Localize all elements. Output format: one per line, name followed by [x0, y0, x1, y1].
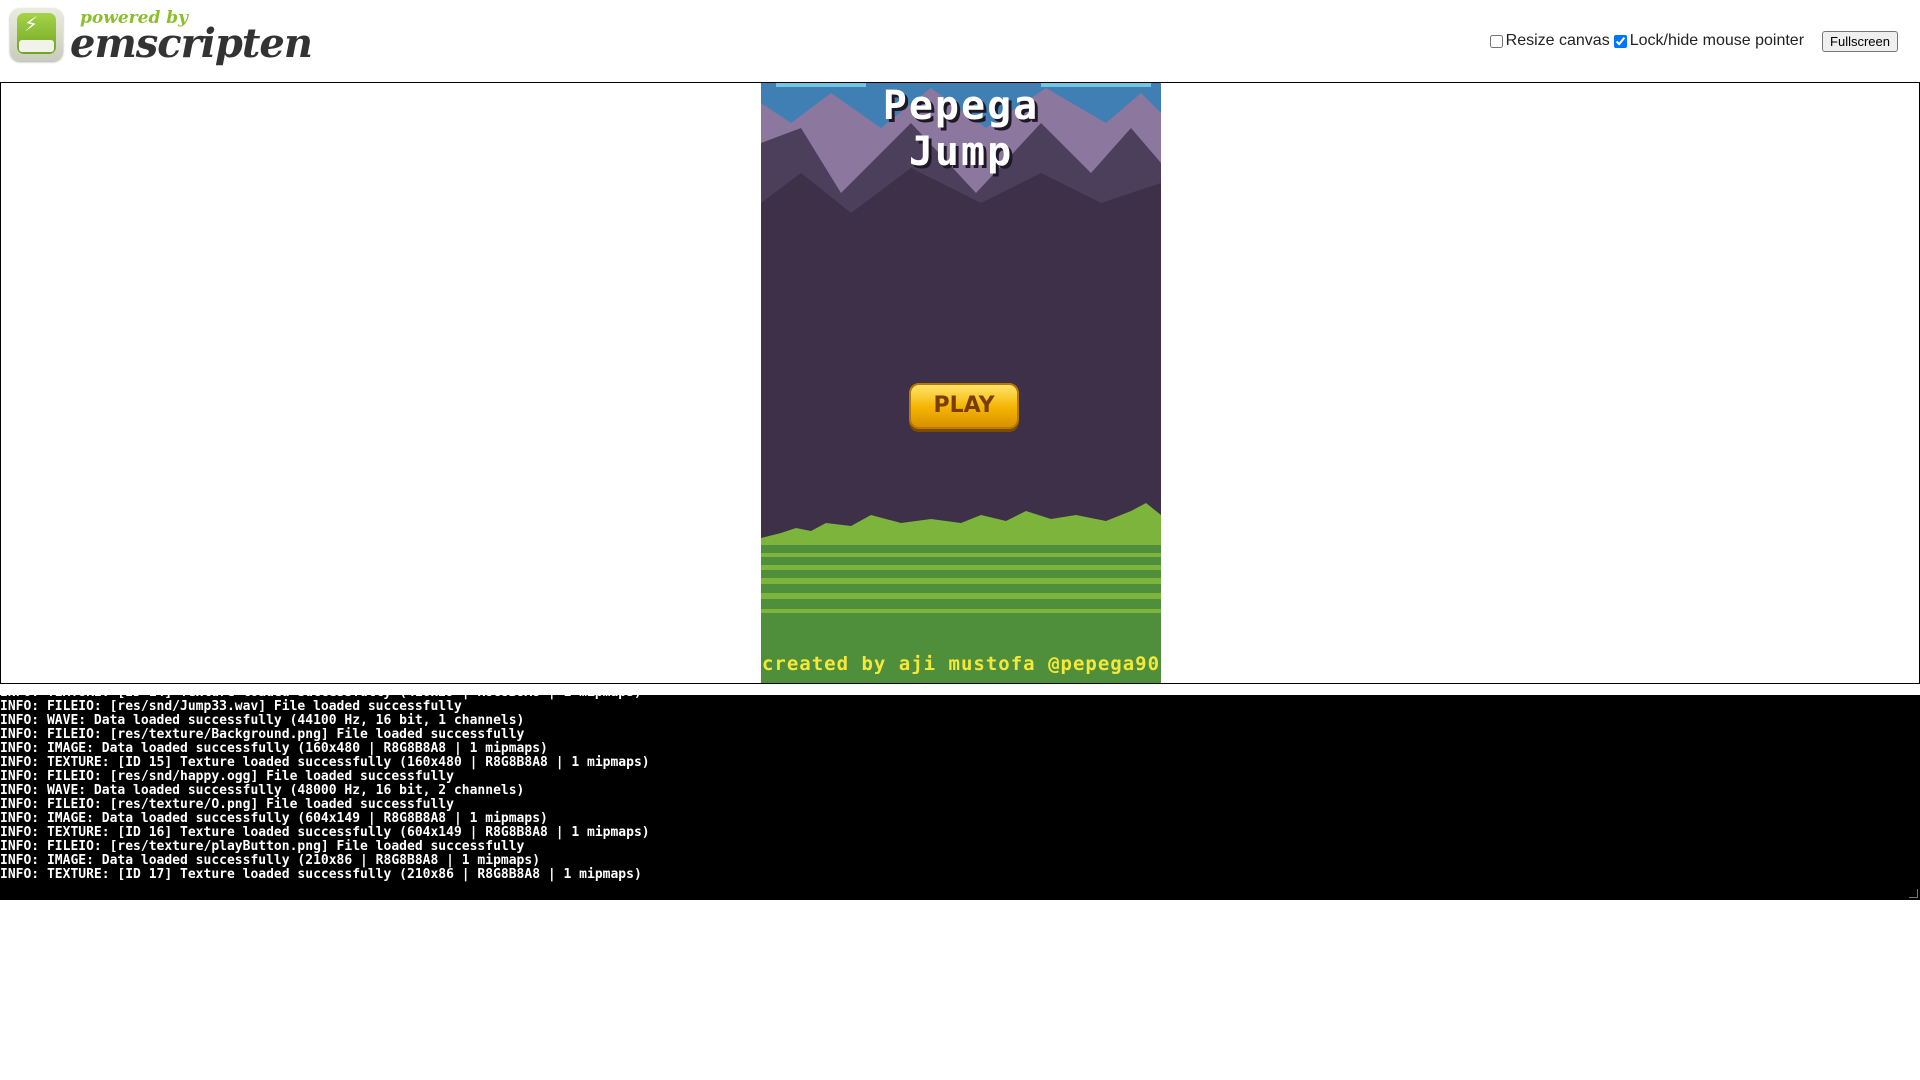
console-line: INFO: IMAGE: Data loaded successfully (6… [0, 811, 548, 826]
console-line: INFO: FILEIO: [res/texture/Background.pn… [0, 727, 525, 742]
resize-canvas-checkbox[interactable] [1489, 34, 1503, 48]
console-line: INFO: WAVE: Data loaded successfully (44… [0, 713, 525, 728]
game-screen[interactable]: Pepega Jump PLAY created by aji mustofa … [761, 83, 1161, 683]
fullscreen-button[interactable]: Fullscreen [1822, 30, 1898, 52]
console-line: INFO: TEXTURE: [ID 16] Texture loaded su… [0, 825, 650, 840]
emscripten-badge-icon: ⚡ [10, 8, 63, 61]
lock-pointer-checkbox[interactable] [1613, 34, 1627, 48]
credit-text: created by aji mustofa @pepega90 [761, 653, 1161, 675]
console-line: INFO: TEXTURE: [ID 17] Texture loaded su… [0, 867, 642, 882]
console-line: INFO: TEXTURE: [ID 15] Texture loaded su… [0, 755, 650, 770]
lock-pointer-label: Lock/hide mouse pointer [1629, 32, 1805, 49]
canvas-controls: Resize canvas Lock/hide mouse pointer Fu… [1489, 30, 1898, 52]
output-console[interactable]: INFO: TEXTURE: [ID 14] Texture loaded su… [0, 695, 1920, 900]
top-bar: ⚡ powered by emscripten Resize canvas Lo… [0, 0, 1920, 82]
resize-handle-icon[interactable] [1909, 889, 1918, 898]
console-line: INFO: FILEIO: [res/snd/Jump33.wav] File … [0, 699, 462, 714]
play-button[interactable]: PLAY [909, 383, 1019, 429]
lock-pointer-option[interactable]: Lock/hide mouse pointer [1613, 32, 1805, 50]
console-line: INFO: FILEIO: [res/texture/O.png] File l… [0, 797, 454, 812]
console-line: INFO: FILEIO: [res/texture/playButton.pn… [0, 839, 525, 854]
console-line: INFO: FILEIO: [res/snd/happy.ogg] File l… [0, 769, 454, 784]
game-title-line-1: Pepega [882, 83, 1040, 129]
emscripten-logo[interactable]: ⚡ powered by emscripten [10, 8, 313, 70]
console-line: INFO: IMAGE: Data loaded successfully (2… [0, 853, 541, 868]
console-line: INFO: IMAGE: Data loaded successfully (1… [0, 741, 548, 756]
console-log: INFO: TEXTURE: [ID 14] Texture loaded su… [0, 695, 650, 882]
resize-canvas-label: Resize canvas [1505, 32, 1610, 49]
emscripten-canvas[interactable]: Pepega Jump PLAY created by aji mustofa … [0, 82, 1920, 684]
logo-brand: emscripten [70, 20, 313, 67]
resize-canvas-option[interactable]: Resize canvas [1489, 32, 1610, 50]
console-line: INFO: WAVE: Data loaded successfully (48… [0, 783, 525, 798]
game-title-line-2: Jump [908, 129, 1014, 175]
